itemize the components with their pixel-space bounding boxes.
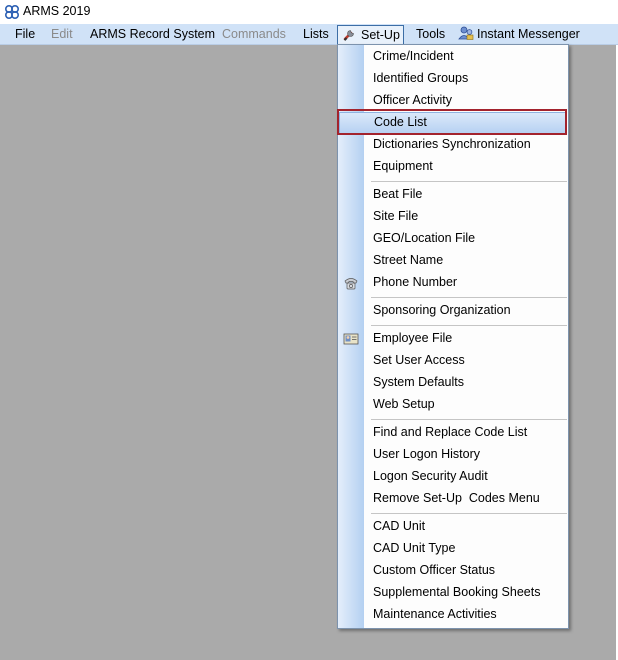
menu-label: Tools — [416, 27, 446, 41]
menu-separator — [371, 297, 567, 298]
menu-instant-messenger[interactable]: Instant Messenger — [452, 25, 586, 44]
menu-item-label: Sponsoring Organization — [373, 303, 511, 317]
setup-dropdown-menu: Crime/Incident Identified Groups Officer… — [337, 44, 569, 629]
menu-label: ARMS Record System — [90, 27, 216, 41]
menu-set-up[interactable]: Set-Up — [337, 25, 404, 44]
menu-label: Lists — [303, 27, 329, 41]
menu-separator — [371, 325, 567, 326]
menu-edit[interactable]: Edit — [45, 25, 79, 44]
menu-item-label: GEO/Location File — [373, 231, 476, 245]
employee-card-icon — [343, 331, 359, 347]
menu-separator — [371, 419, 567, 420]
menu-tools[interactable]: Tools — [410, 25, 451, 44]
menu-item-find-and-replace-code-list[interactable]: Find and Replace Code List — [338, 422, 568, 444]
menu-label: Edit — [51, 27, 73, 41]
menu-item-label: Crime/Incident — [373, 49, 454, 63]
menu-item-cad-unit-type[interactable]: CAD Unit Type — [338, 538, 568, 560]
menu-item-beat-file[interactable]: Beat File — [338, 184, 568, 206]
menu-label: Instant Messenger — [477, 27, 580, 41]
menu-item-label: Dictionaries Synchronization — [373, 137, 531, 151]
menu-item-cad-unit[interactable]: CAD Unit — [338, 516, 568, 538]
menu-item-label: System Defaults — [373, 375, 465, 389]
menu-item-geo-location-file[interactable]: GEO/Location File — [338, 228, 568, 250]
menu-item-label: Maintenance Activities — [373, 607, 497, 621]
menu-item-label: Officer Activity — [373, 93, 452, 107]
menu-item-street-name[interactable]: Street Name — [338, 250, 568, 272]
menu-label: File — [15, 27, 36, 41]
menu-item-label: CAD Unit Type — [373, 541, 456, 555]
menu-item-site-file[interactable]: Site File — [338, 206, 568, 228]
menu-item-label: Web Setup — [373, 397, 435, 411]
menu-item-label: Remove Set-Up Codes Menu — [373, 491, 540, 505]
menu-item-remove-set-up-codes-menu[interactable]: Remove Set-Up Codes Menu — [338, 488, 568, 510]
menu-item-code-list[interactable]: Code List — [339, 112, 567, 134]
menu-item-label: Street Name — [373, 253, 444, 267]
menu-lists[interactable]: Lists — [297, 25, 335, 44]
menu-item-user-logon-history[interactable]: User Logon History — [338, 444, 568, 466]
menu-item-label: CAD Unit — [373, 519, 426, 533]
menu-item-label: Beat File — [373, 187, 423, 201]
menu-item-label: Employee File — [373, 331, 453, 345]
menu-item-maintenance-activities[interactable]: Maintenance Activities — [338, 604, 568, 626]
menu-bar: File Edit ARMS Record System Commands Li… — [0, 24, 618, 45]
menu-item-label: Set User Access — [373, 353, 465, 367]
telephone-icon — [343, 275, 359, 291]
messenger-people-icon — [458, 25, 474, 41]
title-bar: ARMS 2019 — [0, 0, 618, 24]
menu-item-label: Find and Replace Code List — [373, 425, 528, 439]
menu-separator — [371, 181, 567, 182]
menu-item-set-user-access[interactable]: Set User Access — [338, 350, 568, 372]
menu-item-label: User Logon History — [373, 447, 480, 461]
menu-item-sponsoring-organization[interactable]: Sponsoring Organization — [338, 300, 568, 322]
menu-item-label: Phone Number — [373, 275, 458, 289]
wrench-icon — [342, 26, 358, 42]
arms-logo-icon — [4, 4, 20, 20]
menu-item-crime-incident[interactable]: Crime/Incident — [338, 46, 568, 68]
menu-item-label: Custom Officer Status — [373, 563, 496, 577]
menu-item-equipment[interactable]: Equipment — [338, 156, 568, 178]
menu-item-phone-number[interactable]: Phone Number — [338, 272, 568, 294]
menu-item-logon-security-audit[interactable]: Logon Security Audit — [338, 466, 568, 488]
menu-item-label: Code List — [374, 115, 427, 129]
menu-arms-record-system[interactable]: ARMS Record System — [84, 25, 221, 44]
menu-item-label: Site File — [373, 209, 419, 223]
menu-file[interactable]: File — [9, 25, 41, 44]
menu-item-web-setup[interactable]: Web Setup — [338, 394, 568, 416]
window-title: ARMS 2019 — [23, 4, 91, 18]
menu-separator — [371, 513, 567, 514]
menu-item-dictionaries-synchronization[interactable]: Dictionaries Synchronization — [338, 134, 568, 156]
menu-item-system-defaults[interactable]: System Defaults — [338, 372, 568, 394]
menu-item-label: Supplemental Booking Sheets — [373, 585, 541, 599]
menu-item-supplemental-booking-sheets[interactable]: Supplemental Booking Sheets — [338, 582, 568, 604]
menu-label: Set-Up — [361, 28, 400, 42]
menu-item-employee-file[interactable]: Employee File — [338, 328, 568, 350]
menu-item-officer-activity[interactable]: Officer Activity — [338, 90, 568, 112]
menu-item-identified-groups[interactable]: Identified Groups — [338, 68, 568, 90]
menu-item-label: Logon Security Audit — [373, 469, 488, 483]
menu-item-custom-officer-status[interactable]: Custom Officer Status — [338, 560, 568, 582]
menu-item-label: Equipment — [373, 159, 433, 173]
menu-item-label: Identified Groups — [373, 71, 469, 85]
menu-commands[interactable]: Commands — [216, 25, 292, 44]
menu-label: Commands — [222, 27, 286, 41]
